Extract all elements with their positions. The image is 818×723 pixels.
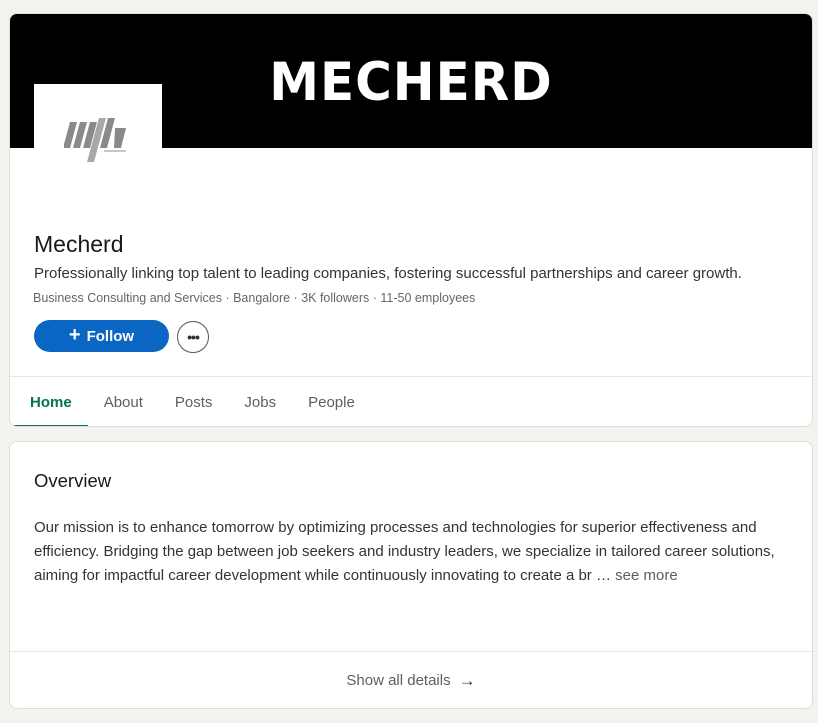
follow-button[interactable]: + Follow bbox=[34, 320, 169, 352]
tab-people[interactable]: People bbox=[292, 377, 371, 426]
follow-label: Follow bbox=[86, 327, 135, 345]
show-all-label: Show all details bbox=[346, 672, 451, 689]
overview-text: Our mission is to enhance tomorrow by op… bbox=[34, 516, 784, 588]
more-options-button[interactable]: ••• bbox=[177, 321, 209, 353]
overview-title: Overview bbox=[34, 470, 112, 491]
overview-card: Overview Our mission is to enhance tomor… bbox=[9, 441, 813, 709]
tab-posts[interactable]: Posts bbox=[159, 377, 229, 426]
show-all-details-button[interactable]: Show all details → bbox=[10, 652, 812, 708]
arrow-right-icon: → bbox=[458, 671, 476, 690]
company-tagline: Professionally linking top talent to lea… bbox=[34, 265, 742, 282]
company-name: Mecherd bbox=[34, 231, 124, 257]
company-meta: Business Consulting and Services · Banga… bbox=[33, 291, 476, 305]
company-header-card: MECHERD Mecherd Professionally linking t… bbox=[9, 13, 813, 427]
tab-home[interactable]: Home bbox=[14, 377, 88, 426]
tab-about[interactable]: About bbox=[88, 377, 159, 426]
see-more-link[interactable]: see more bbox=[615, 567, 678, 584]
tab-jobs[interactable]: Jobs bbox=[228, 377, 292, 426]
ellipsis-icon: ••• bbox=[187, 329, 200, 345]
tab-bar: Home About Posts Jobs People bbox=[10, 377, 812, 426]
logo-mark-icon bbox=[64, 118, 126, 162]
company-logo[interactable] bbox=[34, 84, 162, 179]
plus-icon: + bbox=[68, 324, 81, 346]
